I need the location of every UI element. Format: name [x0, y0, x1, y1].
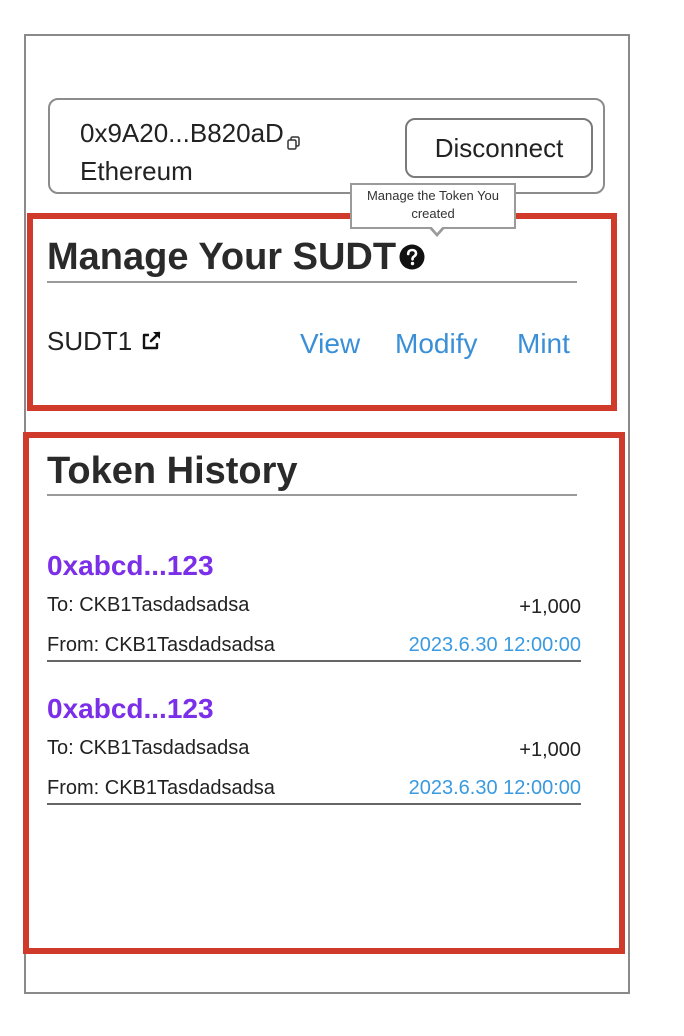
- tx-hash[interactable]: 0xabcd...123: [47, 693, 214, 725]
- tx-time: 2023.6.30 12:00:00: [408, 634, 581, 656]
- manage-title-divider: [47, 281, 577, 283]
- tx-divider: [47, 660, 581, 662]
- tx-amount: +1,000: [519, 739, 581, 761]
- disconnect-button[interactable]: Disconnect: [405, 118, 593, 178]
- manage-section-title: Manage Your SUDT: [47, 236, 426, 279]
- tx-amount: +1,000: [519, 596, 581, 618]
- tx-hash[interactable]: 0xabcd...123: [47, 550, 214, 582]
- help-tooltip: Manage the Token You created: [350, 183, 516, 229]
- tooltip-pointer: [428, 225, 446, 237]
- view-link[interactable]: View: [300, 328, 360, 360]
- tx-divider: [47, 803, 581, 805]
- wallet-address-row: 0x9A20...B820aD: [80, 118, 302, 150]
- mint-link[interactable]: Mint: [517, 328, 570, 360]
- tx-to: To: CKB1Tasdadsadsa: [47, 737, 250, 759]
- question-circle-icon[interactable]: [398, 238, 426, 270]
- manage-title-text: Manage Your SUDT: [47, 236, 397, 278]
- tx-from: From: CKB1Tasdadsadsa: [47, 777, 275, 799]
- tx-time: 2023.6.30 12:00:00: [408, 777, 581, 799]
- wallet-network: Ethereum: [80, 156, 193, 186]
- tx-from: From: CKB1Tasdadsadsa: [47, 634, 275, 656]
- external-link-icon[interactable]: [140, 328, 162, 350]
- token-row: SUDT1: [47, 326, 162, 357]
- token-name: SUDT1: [47, 326, 133, 356]
- tx-to: To: CKB1Tasdadsadsa: [47, 594, 250, 616]
- modify-link[interactable]: Modify: [395, 328, 477, 360]
- history-title-divider: [47, 494, 577, 496]
- copy-icon[interactable]: [286, 127, 302, 150]
- history-section-title: Token History: [47, 450, 298, 492]
- wallet-address: 0x9A20...B820aD: [80, 118, 284, 148]
- wallet-card: 0x9A20...B820aD Ethereum Disconnect: [48, 98, 605, 194]
